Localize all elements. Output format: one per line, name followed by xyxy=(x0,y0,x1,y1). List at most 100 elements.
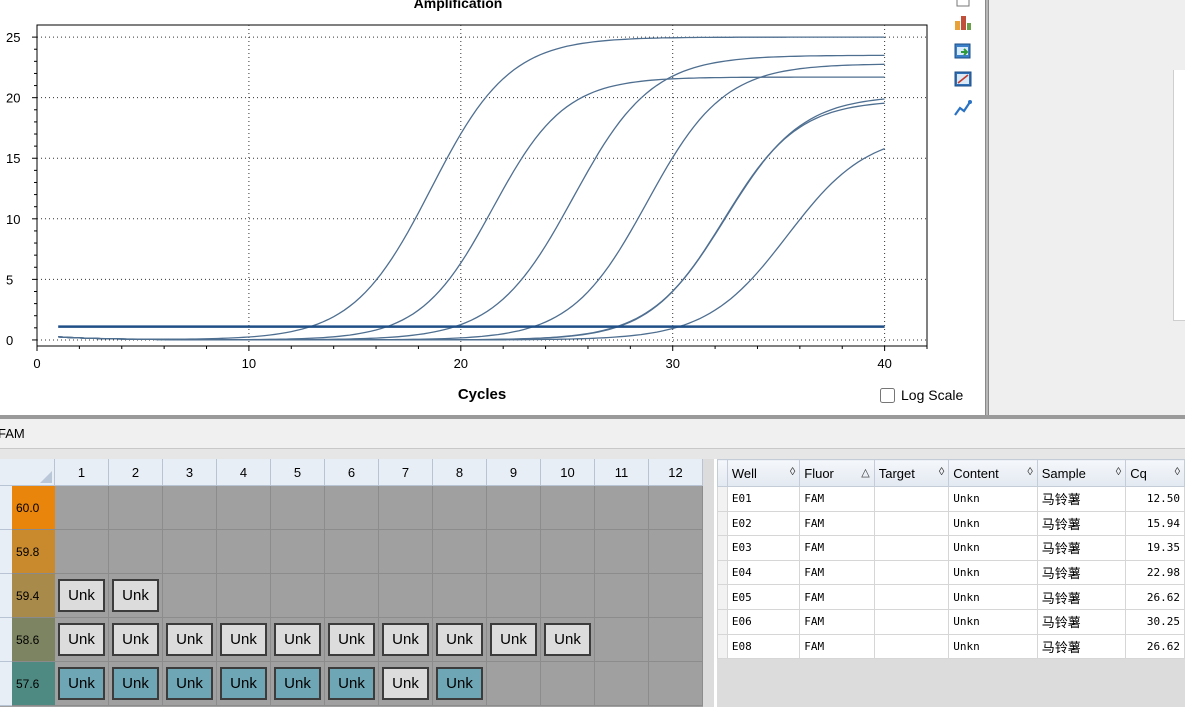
well-sample-button[interactable]: Unk xyxy=(58,623,105,656)
table-row[interactable]: E05 FAM Unkn 马铃薯 26.62 xyxy=(717,584,1185,610)
well-sample-button[interactable]: Unk xyxy=(112,579,159,612)
chart-type-icon[interactable] xyxy=(952,11,974,33)
well-sample-button[interactable]: Unk xyxy=(436,667,483,700)
cell-target[interactable] xyxy=(873,486,950,512)
well-sample-button[interactable]: Unk xyxy=(544,623,591,656)
plate-column-header[interactable]: 12 xyxy=(649,459,703,486)
plate-column-header[interactable]: 7 xyxy=(379,459,433,486)
plate-well[interactable]: Unk xyxy=(271,662,325,706)
cell-well[interactable]: E03 xyxy=(726,535,801,561)
plate-well[interactable] xyxy=(217,530,271,574)
sort-indicator-icon[interactable]: ◊ xyxy=(1116,466,1121,478)
well-sample-button[interactable]: Unk xyxy=(328,623,375,656)
well-sample-button[interactable]: Unk xyxy=(274,667,321,700)
sort-indicator-icon[interactable]: ◊ xyxy=(939,466,944,478)
cell-sample[interactable]: 马铃薯 xyxy=(1036,584,1127,610)
table-row[interactable]: E01 FAM Unkn 马铃薯 12.50 xyxy=(717,486,1185,512)
plate-well[interactable]: Unk xyxy=(55,574,109,618)
well-sample-button[interactable]: Unk xyxy=(58,579,105,612)
well-sample-button[interactable]: Unk xyxy=(58,667,105,700)
plate-well[interactable]: Unk xyxy=(163,618,217,662)
plate-well[interactable]: Unk xyxy=(55,618,109,662)
export-icon[interactable] xyxy=(952,40,974,62)
sort-indicator-icon[interactable]: ◊ xyxy=(790,466,795,478)
plate-row-selector[interactable] xyxy=(0,618,12,662)
plate-column-header[interactable]: 10 xyxy=(541,459,595,486)
plate-column-header[interactable]: 4 xyxy=(217,459,271,486)
plate-well[interactable]: Unk xyxy=(379,618,433,662)
plate-well[interactable] xyxy=(541,662,595,706)
plate-row-selector[interactable] xyxy=(0,486,12,530)
plate-well[interactable] xyxy=(217,574,271,618)
plate-well[interactable]: Unk xyxy=(541,618,595,662)
plate-well[interactable] xyxy=(487,530,541,574)
plate-well[interactable]: Unk xyxy=(433,618,487,662)
plate-well[interactable]: Unk xyxy=(217,618,271,662)
cell-sample[interactable]: 马铃薯 xyxy=(1036,535,1127,561)
cell-content[interactable]: Unkn xyxy=(948,608,1038,635)
well-sample-button[interactable]: Unk xyxy=(166,667,213,700)
plate-well[interactable] xyxy=(55,530,109,574)
plate-well[interactable]: Unk xyxy=(109,618,163,662)
cell-well[interactable]: E06 xyxy=(726,608,801,635)
plate-well[interactable] xyxy=(595,662,649,706)
column-header-sample[interactable]: Sample ◊ xyxy=(1036,459,1127,487)
plate-well[interactable] xyxy=(109,530,163,574)
plate-well[interactable] xyxy=(649,530,703,574)
cell-content[interactable]: Unkn xyxy=(948,584,1038,610)
cell-cq[interactable]: 26.62 xyxy=(1125,584,1185,610)
plate-well[interactable] xyxy=(217,486,271,530)
cell-target[interactable] xyxy=(873,608,950,635)
plate-well[interactable] xyxy=(271,486,325,530)
plate-well[interactable] xyxy=(163,574,217,618)
cell-fluor[interactable]: FAM xyxy=(799,559,875,586)
cell-content[interactable]: Unkn xyxy=(948,510,1038,537)
plate-well[interactable]: Unk xyxy=(163,662,217,706)
plate-well[interactable] xyxy=(163,530,217,574)
plate-well[interactable] xyxy=(109,486,163,530)
plate-select-all[interactable] xyxy=(0,459,55,486)
well-sample-button[interactable]: Unk xyxy=(382,667,429,700)
plate-row-selector[interactable] xyxy=(0,574,12,618)
plate-well[interactable] xyxy=(325,486,379,530)
plate-well[interactable] xyxy=(541,574,595,618)
row-selector[interactable] xyxy=(717,486,728,512)
column-header-well[interactable]: Well ◊ xyxy=(726,459,801,487)
table-row[interactable]: E04 FAM Unkn 马铃薯 22.98 xyxy=(717,559,1185,586)
plate-column-header[interactable]: 1 xyxy=(55,459,109,486)
row-selector[interactable] xyxy=(717,535,728,561)
column-header-cq[interactable]: Cq ◊ xyxy=(1125,459,1185,487)
cell-well[interactable]: E01 xyxy=(726,486,801,512)
plate-row-selector[interactable] xyxy=(0,530,12,574)
plate-row-temperature[interactable]: 58.6 xyxy=(12,618,55,662)
plate-well[interactable] xyxy=(433,486,487,530)
plate-well[interactable] xyxy=(649,662,703,706)
plate-well[interactable] xyxy=(595,530,649,574)
cell-content[interactable]: Unkn xyxy=(948,559,1038,586)
plate-well[interactable]: Unk xyxy=(487,618,541,662)
well-sample-button[interactable]: Unk xyxy=(220,623,267,656)
plate-well[interactable]: Unk xyxy=(109,662,163,706)
plate-well[interactable] xyxy=(433,574,487,618)
cell-fluor[interactable]: FAM xyxy=(799,535,875,561)
well-sample-button[interactable]: Unk xyxy=(166,623,213,656)
well-sample-button[interactable]: Unk xyxy=(328,667,375,700)
column-header-fluor[interactable]: Fluor △ xyxy=(799,459,875,487)
plate-well[interactable] xyxy=(541,530,595,574)
well-sample-button[interactable]: Unk xyxy=(382,623,429,656)
cell-target[interactable] xyxy=(873,535,950,561)
sort-indicator-icon[interactable]: ◊ xyxy=(1027,466,1032,478)
plate-well[interactable] xyxy=(55,486,109,530)
cell-cq[interactable]: 19.35 xyxy=(1125,535,1185,561)
plate-row-temperature[interactable]: 57.6 xyxy=(12,662,55,706)
sort-indicator-icon[interactable]: △ xyxy=(861,466,869,479)
cell-sample[interactable]: 马铃薯 xyxy=(1036,608,1127,635)
cell-content[interactable]: Unkn xyxy=(948,486,1038,512)
well-sample-button[interactable]: Unk xyxy=(490,623,537,656)
plate-well[interactable] xyxy=(163,486,217,530)
plate-column-header[interactable]: 9 xyxy=(487,459,541,486)
row-selector[interactable] xyxy=(717,584,728,610)
plate-well[interactable]: Unk xyxy=(217,662,271,706)
cell-well[interactable]: E05 xyxy=(726,584,801,610)
table-row[interactable]: E08 FAM Unkn 马铃薯 26.62 xyxy=(717,633,1185,660)
